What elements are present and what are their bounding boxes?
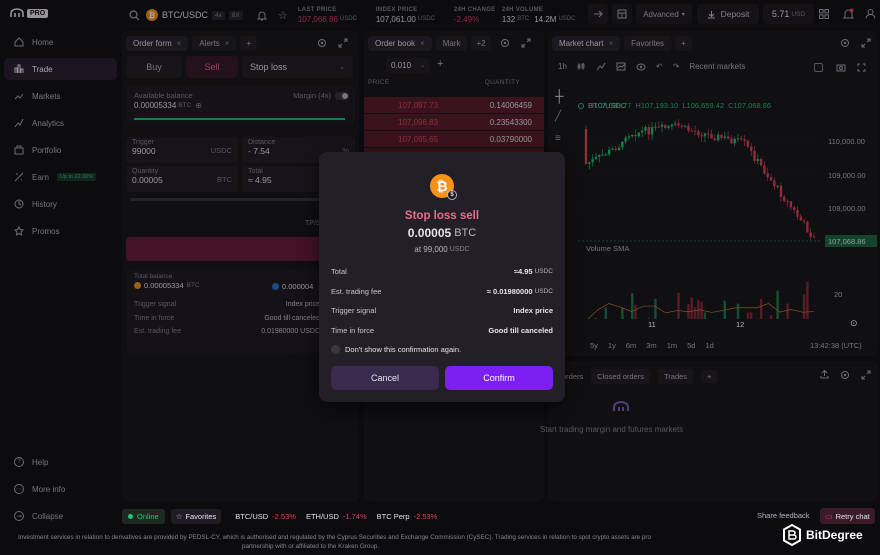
share-feedback-link[interactable]: Share feedback — [757, 511, 810, 520]
modal-title: Stop loss sell — [404, 210, 480, 222]
ticker-change: -1.74% — [342, 511, 367, 521]
x-tick-label: 11 — [648, 320, 656, 329]
status-bar: Online ☆ Favorites BTC/USD -2.53% ETH/USD -… — [122, 508, 878, 524]
ticker-item[interactable]: BTC Perp -2.53% — [377, 512, 438, 521]
favorites-label: Favorites — [185, 511, 217, 521]
favorites-button[interactable]: ☆ Favorites — [170, 508, 222, 524]
goto-icon[interactable]: ⊙ — [850, 318, 858, 329]
modal-row-value: Index price — [513, 306, 553, 316]
modal-subtitle: at 99,000 USDC — [319, 245, 565, 254]
bitdegree-label: BitDegree — [806, 528, 863, 542]
modal-row-label: Total — [331, 267, 347, 277]
modal-amount-unit: BTC — [454, 227, 477, 239]
footer-disclaimer: Investment services in relation to deriv… — [18, 533, 778, 551]
ticker-item[interactable]: BTC/USD -2.53% — [235, 512, 296, 521]
online-dot-icon — [128, 513, 133, 519]
retry-chat-button[interactable]: ▭ Retry chat — [820, 508, 875, 524]
ticker-pair: BTC Perp — [376, 511, 410, 521]
modal-subtitle-unit: USDC — [449, 246, 470, 253]
sell-badge-icon: $ — [447, 190, 457, 200]
bitdegree-watermark: BitDegree — [782, 524, 863, 546]
retry-chat-label: Retry chat — [835, 511, 870, 521]
bitcoin-icon: ₿ $ — [430, 174, 457, 200]
dont-show-again-label: Don't show this confirmation again. — [345, 345, 462, 354]
ticker-strip: BTC/USD -2.53% ETH/USD -1.74% BTC Perp -2.53% — [235, 512, 437, 521]
bitdegree-logo-icon — [782, 524, 802, 546]
modal-row: Trigger signal Index price — [331, 301, 553, 321]
cancel-button[interactable]: Cancel — [331, 366, 439, 390]
footer-text: Investment services in relation to deriv… — [18, 534, 652, 541]
modal-details: Total ≈4.95 USDC Est. trading fee ≈ 0.019800… — [331, 262, 553, 340]
modal-row-value: Good till canceled — [488, 325, 553, 335]
modal-row-value: ≈ 0.01980000 — [486, 286, 533, 296]
modal-subtitle-text: at 99,000 — [414, 245, 448, 254]
confirm-label: Confirm — [483, 373, 515, 383]
x-axis: 11 12 ⊙ — [548, 318, 878, 330]
ticker-change: -2.53% — [272, 511, 296, 521]
modal-row: Total ≈4.95 USDC — [331, 262, 553, 282]
modal-amount: 0.00005 BTC — [319, 226, 565, 240]
dont-show-again-checkbox[interactable]: Don't show this confirmation again. — [331, 345, 461, 354]
chat-icon: ▭ — [825, 511, 833, 521]
modal-row-unit: USDC — [534, 268, 553, 276]
x-tick-label: 12 — [736, 320, 745, 329]
ticker-item[interactable]: ETH/USD -1.74% — [306, 512, 367, 521]
footer-text-2: partnership with or affiliated to the Kr… — [242, 543, 380, 550]
modal-row-unit: USDC — [534, 287, 553, 295]
ticker-change: -2.53% — [413, 511, 438, 521]
modal-row-label: Est. trading fee — [331, 286, 382, 296]
modal-row: Time in force Good till canceled — [331, 321, 553, 341]
checkbox-icon[interactable] — [331, 345, 340, 354]
star-icon: ☆ — [175, 511, 183, 521]
online-label: Online — [137, 511, 159, 521]
ticker-pair: ETH/USD — [305, 511, 339, 521]
modal-row-value: ≈4.95 — [513, 267, 533, 277]
cancel-label: Cancel — [370, 373, 399, 383]
ticker-pair: BTC/USD — [235, 511, 269, 521]
modal-amount-value: 0.00005 — [407, 226, 452, 240]
stop-loss-confirmation-modal: ₿ $ Stop loss sell 0.00005 BTC at 99,000… — [319, 152, 565, 402]
modal-row-label: Time in force — [331, 325, 375, 335]
online-status: Online — [122, 508, 165, 524]
modal-row-label: Trigger signal — [331, 306, 377, 316]
modal-row: Est. trading fee ≈ 0.01980000 USDC — [331, 282, 553, 302]
confirm-button[interactable]: Confirm — [445, 366, 553, 390]
